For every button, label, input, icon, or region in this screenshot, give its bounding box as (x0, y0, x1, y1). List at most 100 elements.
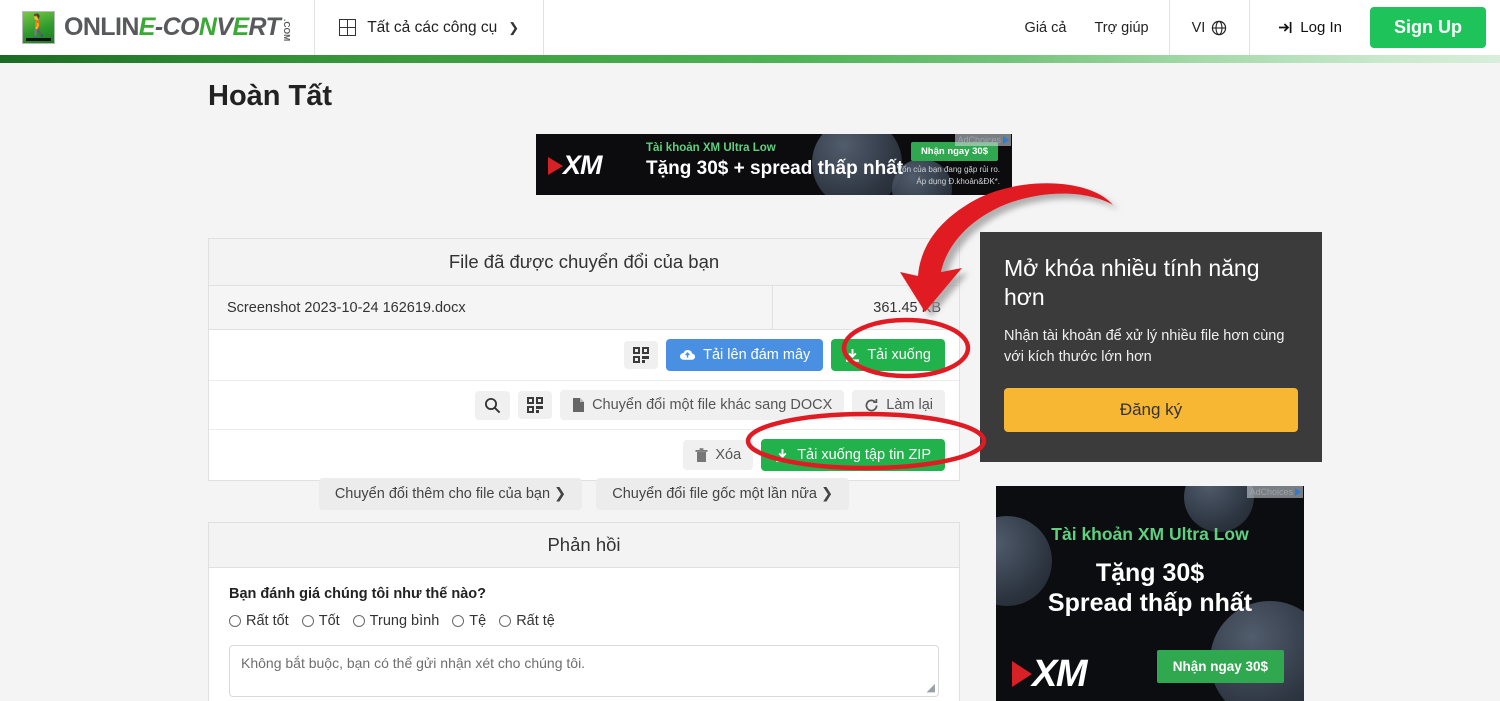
promo-subtitle: Nhận tài khoản để xử lý nhiều file hơn c… (1004, 327, 1285, 365)
refresh-icon (865, 398, 878, 411)
convert-another-file-button[interactable]: Chuyển đổi một file khác sang DOCX (560, 390, 845, 420)
sidebar-ad-cta-button[interactable]: Nhận ngay 30$ (1156, 650, 1284, 683)
bulk-actions-row: Xóa Tải xuống tập tin ZIP (209, 430, 959, 480)
rating-option-2[interactable]: Trung bình (352, 613, 440, 629)
qr-code-button[interactable] (518, 391, 553, 419)
feedback-title: Phản hồi (209, 523, 959, 568)
language-selector[interactable]: VI (1168, 0, 1251, 55)
xm-brand-label: XM (563, 150, 602, 180)
convert-original-again-button[interactable]: Chuyển đổi file gốc một lần nữa ❯ (596, 478, 850, 510)
sidebar-ad-headline: Tài khoản XM Ultra Low (1051, 524, 1249, 544)
language-label: VI (1191, 19, 1206, 36)
rating-option-3[interactable]: Tệ (452, 613, 486, 629)
adchoices-label: AdChoices (1249, 487, 1293, 497)
download-icon (846, 348, 860, 362)
adchoices-triangle-icon (1003, 136, 1009, 144)
top-banner-ad[interactable]: XM Tài khoản XM Ultra Low Tặng 30$ + spr… (536, 134, 1012, 195)
search-icon (485, 397, 501, 413)
xm-brand-label: XM (1032, 653, 1088, 695)
secondary-actions: Chuyển đổi thêm cho file của bạn ❯ Chuyể… (208, 478, 960, 510)
file-actions-row: Tải lên đám mây Tải xuống (209, 330, 959, 381)
globe-icon (1212, 20, 1227, 35)
sidebar-ad[interactable]: Tài khoản XM Ultra Low Tặng 30$ Spread t… (996, 486, 1304, 701)
rating-option-4[interactable]: Rất tệ (499, 613, 555, 629)
xm-brand-logo: XM (548, 152, 602, 179)
convert-actions-row: Chuyển đổi một file khác sang DOCX Làm l… (209, 381, 959, 430)
comment-placeholder: Không bắt buộc, bạn có thể gửi nhận xét … (241, 655, 586, 671)
site-header: 🚶 ONLINE-CONVERT .COM Tất cả các công cụ… (0, 0, 1500, 55)
nav-pricing[interactable]: Giá cả (1011, 0, 1081, 55)
file-size: 361.45 KB (873, 299, 941, 316)
comment-textarea[interactable]: Không bắt buộc, bạn có thể gửi nhận xét … (229, 645, 939, 697)
rating-option-0[interactable]: Rất tốt (229, 613, 289, 629)
search-button[interactable] (475, 390, 511, 420)
promo-title: Mở khóa nhiều tính năng hơn (1004, 255, 1260, 310)
logo-domain-suffix: .COM (282, 18, 293, 41)
feedback-panel: Phản hồi Bạn đánh giá chúng tôi như thế … (208, 522, 960, 701)
download-icon (776, 448, 790, 462)
download-button[interactable]: Tải xuống (831, 339, 945, 371)
converted-file-panel: File đã được chuyển đổi của bạn Screensh… (208, 238, 960, 481)
radio-icon (301, 615, 314, 627)
rating-option-label: Trung bình (369, 613, 440, 629)
page-title: Hoàn Tất (208, 80, 333, 112)
rating-option-label: Rất tốt (246, 613, 289, 629)
panel-title: File đã được chuyển đổi của bạn (209, 239, 959, 286)
redo-label: Làm lại (886, 397, 933, 413)
grid-icon (339, 19, 357, 36)
runner-logo-icon: 🚶 (22, 11, 55, 44)
rating-radio-group: Rất tốt Tốt Trung bình Tệ Rất tệ (229, 613, 939, 629)
sidebar-ad-body: Tặng 30$ Spread thấp nhất (1047, 559, 1253, 617)
rating-option-label: Rất tệ (516, 613, 555, 629)
upgrade-promo-card: Mở khóa nhiều tính năng hơn Nhận tài kho… (980, 232, 1322, 462)
nav-pricing-label: Giá cả (1024, 19, 1067, 36)
nav-help[interactable]: Trợ giúp (1080, 0, 1162, 55)
login-arrow-icon (1279, 22, 1292, 33)
resize-handle-icon[interactable]: ◢ (927, 683, 935, 694)
top-ad-disclaimer: Vốn của bạn đang gặp rủi ro. Áp dụng Đ.k… (896, 165, 1000, 186)
upload-to-cloud-label: Tải lên đám mây (703, 347, 811, 363)
trash-icon (695, 447, 708, 462)
rating-option-1[interactable]: Tốt (301, 613, 340, 629)
top-ad-headline: Tài khoản XM Ultra Low (646, 142, 776, 154)
feedback-question: Bạn đánh giá chúng tôi như thế nào? (229, 586, 486, 602)
upload-to-cloud-button[interactable]: Tải lên đám mây (666, 339, 824, 371)
qr-code-icon (633, 347, 650, 363)
delete-button[interactable]: Xóa (683, 440, 754, 470)
file-name: Screenshot 2023-10-24 162619.docx (209, 285, 773, 330)
progress-strip (0, 55, 1500, 63)
top-ad-subline: Tặng 30$ + spread thấp nhất (646, 158, 904, 179)
adchoices-badge[interactable]: AdChoices (955, 134, 1011, 146)
signup-label: Sign Up (1394, 17, 1462, 37)
qr-code-button[interactable] (624, 341, 659, 369)
login-button[interactable]: Log In (1256, 0, 1364, 55)
radio-icon (229, 615, 241, 627)
logo-wordmark: ONLINE-CONVERT .COM (64, 13, 293, 41)
file-row: Screenshot 2023-10-24 162619.docx 361.45… (209, 285, 959, 330)
chevron-down-icon: ❯ (508, 19, 520, 35)
page-root: 🚶 ONLINE-CONVERT .COM Tất cả các công cụ… (0, 0, 1500, 701)
convert-more-button[interactable]: Chuyển đổi thêm cho file của bạn ❯ (318, 478, 583, 510)
download-zip-button[interactable]: Tải xuống tập tin ZIP (761, 439, 945, 471)
document-icon (573, 398, 585, 412)
xm-brand-logo: XM (1012, 653, 1088, 695)
delete-label: Xóa (715, 447, 742, 463)
logo[interactable]: 🚶 ONLINE-CONVERT .COM (0, 0, 316, 55)
cloud-upload-icon (680, 349, 696, 360)
download-zip-label: Tải xuống tập tin ZIP (797, 447, 931, 463)
redo-button[interactable]: Làm lại (852, 390, 945, 420)
feedback-body: Bạn đánh giá chúng tôi như thế nào? Rất … (209, 568, 959, 701)
radio-icon (452, 615, 465, 627)
all-tools-menu[interactable]: Tất cả các công cụ ❯ (315, 0, 545, 55)
download-label: Tải xuống (867, 347, 931, 363)
adchoices-badge[interactable]: AdChoices (1247, 486, 1303, 498)
adchoices-triangle-icon (1295, 488, 1301, 496)
radio-icon (499, 615, 512, 627)
convert-another-file-label: Chuyển đổi một file khác sang DOCX (592, 397, 833, 413)
qr-code-icon (527, 397, 544, 413)
rating-option-label: Tốt (318, 613, 340, 629)
radio-icon (352, 615, 365, 627)
rating-option-label: Tệ (469, 613, 487, 629)
promo-signup-button[interactable]: Đăng ký (1004, 387, 1298, 432)
signup-button[interactable]: Sign Up (1370, 7, 1486, 48)
